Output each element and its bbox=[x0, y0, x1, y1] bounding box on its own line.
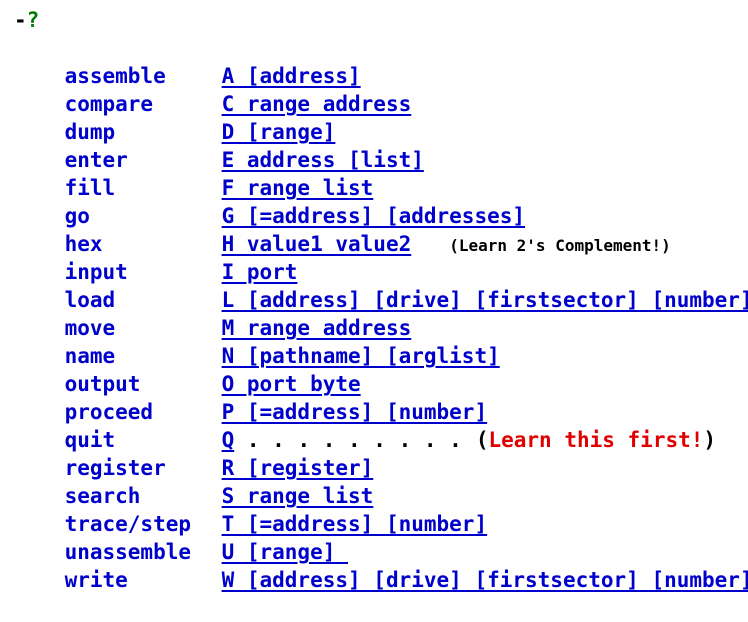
command-row-quit: quit Q . . . . . . . . . (Learn this first… bbox=[14, 398, 744, 452]
command-row-register: register R [register] bbox=[14, 426, 744, 480]
command-row-hex: hex H value1 value2 (Learn 2's Complement!… bbox=[14, 202, 744, 256]
command-row-assemble: assemble A [address] bbox=[14, 34, 744, 88]
command-row-name: name N [pathname] [arglist] bbox=[14, 314, 744, 368]
debug-prompt: -? bbox=[14, 6, 744, 34]
command-row-proceed: proceed P [=address] [number] bbox=[14, 370, 744, 424]
command-row-move: move M range address bbox=[14, 286, 744, 340]
command-row-write: write W [address] [drive] [firstsector] [… bbox=[14, 538, 748, 592]
prompt-dash: - bbox=[14, 8, 27, 32]
command-row-trace-step: trace/step T [=address] [number] bbox=[14, 482, 744, 536]
command-name: write bbox=[64, 568, 128, 592]
command-row-load: load L [address] [drive] [firstsector] [n… bbox=[14, 258, 748, 312]
command-row-fill: fill F range list bbox=[14, 146, 744, 200]
command-link-write[interactable]: write W [address] [drive] [firstsector] [… bbox=[65, 566, 748, 594]
debug-help-listing: -? assemble A [address] compare C range ad… bbox=[14, 6, 748, 592]
command-row-unassemble: unassemble U [range] bbox=[14, 510, 744, 564]
command-row-enter: enter E address [list] bbox=[14, 118, 744, 172]
command-row-dump: dump D [range] bbox=[14, 90, 744, 144]
command-row-input: input I port bbox=[14, 230, 744, 284]
command-row-go: go G [=address] [addresses] bbox=[14, 174, 744, 228]
command-syntax: W [address] [drive] [firstsector] [numbe… bbox=[221, 568, 748, 592]
command-row-search: search S range list bbox=[14, 454, 744, 508]
command-row-compare: compare C range address bbox=[14, 62, 744, 116]
prompt-question-mark: ? bbox=[26, 8, 40, 32]
command-row-output: output O port byte bbox=[14, 342, 744, 396]
